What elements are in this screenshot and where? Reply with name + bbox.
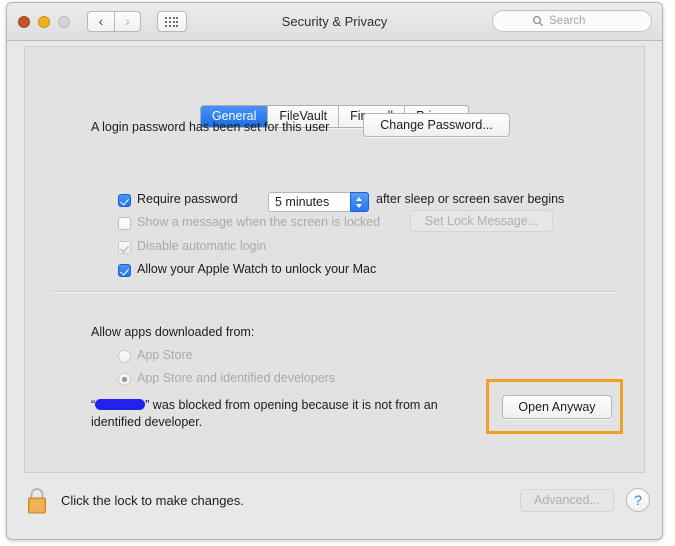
search-placeholder: Search xyxy=(549,15,586,27)
preferences-content-panel: General FileVault Firewall Privacy A log… xyxy=(24,46,645,473)
help-button[interactable]: ? xyxy=(626,488,650,512)
stepper-up-icon[interactable] xyxy=(356,197,363,201)
radio-app-store-label: App Store xyxy=(137,348,193,362)
disable-automatic-login-checkbox xyxy=(118,241,131,254)
apple-watch-unlock-label: Allow your Apple Watch to unlock your Ma… xyxy=(137,262,377,276)
search-icon xyxy=(532,15,544,27)
disable-automatic-login-label: Disable automatic login xyxy=(137,239,267,253)
show-lock-message-label: Show a message when the screen is locked xyxy=(137,215,381,229)
open-anyway-button[interactable]: Open Anyway xyxy=(502,395,612,419)
login-password-status-label: A login password has been set for this u… xyxy=(91,120,330,134)
advanced-button: Advanced... xyxy=(520,489,614,512)
require-password-label: Require password xyxy=(137,192,238,206)
show-lock-message-checkbox xyxy=(118,217,131,230)
allow-apps-heading: Allow apps downloaded from: xyxy=(91,325,255,339)
radio-app-store-and-identified-developers xyxy=(118,373,131,386)
radio-app-store-and-identified-developers-label: App Store and identified developers xyxy=(137,371,336,385)
require-password-delay-value: 5 minutes xyxy=(275,195,330,209)
radio-app-store xyxy=(118,350,131,363)
stepper-arrows-icon[interactable] xyxy=(350,192,369,212)
section-divider xyxy=(53,291,618,293)
require-password-suffix-label: after sleep or screen saver begins xyxy=(376,192,565,206)
blocked-app-message: “” was blocked from opening because it i… xyxy=(91,397,471,431)
window-titlebar: ‹ › Security & Privacy Search xyxy=(7,3,662,41)
apple-watch-unlock-checkbox[interactable] xyxy=(118,264,131,277)
require-password-checkbox[interactable] xyxy=(118,194,131,207)
redacted-app-name xyxy=(95,399,146,410)
security-privacy-window: ‹ › Security & Privacy Search General Fi… xyxy=(6,2,663,540)
lock-hint-label: Click the lock to make changes. xyxy=(61,493,244,508)
window-footer: Click the lock to make changes. Advanced… xyxy=(7,471,662,539)
change-password-button[interactable]: Change Password... xyxy=(363,113,510,137)
search-input[interactable]: Search xyxy=(492,10,652,32)
require-password-delay-stepper[interactable]: 5 minutes xyxy=(268,192,369,212)
stepper-down-icon[interactable] xyxy=(356,204,363,208)
set-lock-message-button: Set Lock Message... xyxy=(410,210,553,232)
lock-closed-icon[interactable] xyxy=(25,485,49,515)
open-anyway-highlight-annotation: Open Anyway xyxy=(486,379,623,434)
